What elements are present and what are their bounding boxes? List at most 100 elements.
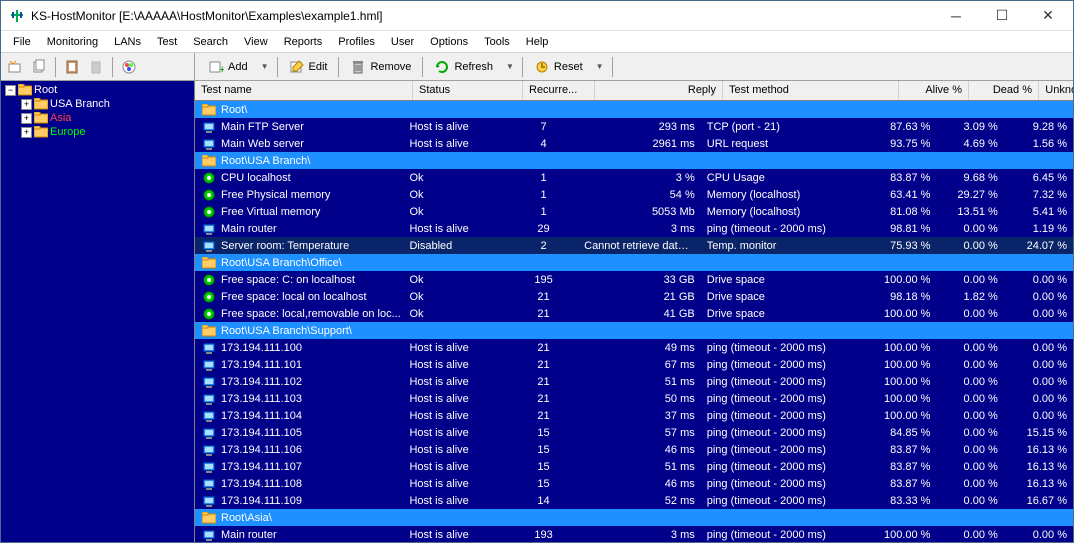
test-row[interactable]: Server room: TemperatureDisabled2Cannot … (195, 237, 1073, 254)
dead-cell: 0.00 % (936, 494, 1003, 508)
group-row[interactable]: Root\USA Branch\Office\ (195, 254, 1073, 271)
reset-dropdown[interactable]: ▼ (592, 62, 608, 71)
status-cell: Host is alive (403, 409, 508, 423)
remove-button[interactable]: Remove (343, 56, 418, 78)
test-row[interactable]: 173.194.111.100Host is alive2149 msping … (195, 339, 1073, 356)
test-row[interactable]: CPU localhostOk13 %CPU Usage83.87 %9.68 … (195, 169, 1073, 186)
test-row[interactable]: Main routerHost is alive293 msping (time… (195, 220, 1073, 237)
gauge-icon (201, 188, 217, 202)
new-folder-icon[interactable] (5, 57, 25, 77)
palette-icon[interactable] (119, 57, 139, 77)
maximize-button[interactable]: ☐ (979, 1, 1025, 31)
column-header[interactable]: Status (413, 81, 523, 100)
reply-cell: 54 % (578, 188, 701, 202)
copy-icon[interactable] (29, 57, 49, 77)
grid-header: Test nameStatusRecurre...ReplyTest metho… (195, 81, 1073, 101)
refresh-dropdown[interactable]: ▼ (502, 62, 518, 71)
dead-cell: 0.00 % (936, 443, 1003, 457)
column-header[interactable]: Unknown % (1039, 81, 1073, 100)
menu-reports[interactable]: Reports (276, 33, 331, 51)
menu-user[interactable]: User (383, 33, 422, 51)
column-header[interactable]: Test method (723, 81, 899, 100)
tree-node-usa-branch[interactable]: +USA Branch (19, 97, 192, 111)
tree-node-europe[interactable]: +Europe (19, 125, 192, 139)
unknown-cell: 0.00 % (1004, 290, 1073, 304)
test-row[interactable]: Free space: C: on localhostOk19533 GBDri… (195, 271, 1073, 288)
expand-icon[interactable]: + (21, 127, 32, 138)
tree-root[interactable]: − Root (3, 83, 192, 97)
add-dropdown[interactable]: ▼ (257, 62, 273, 71)
alive-cell: 98.18 % (869, 290, 936, 304)
unknown-cell: 0.00 % (1004, 341, 1073, 355)
recurrence-cell: 21 (509, 392, 578, 406)
method-cell: CPU Usage (701, 171, 869, 185)
column-header[interactable]: Reply (595, 81, 723, 100)
group-row[interactable]: Root\USA Branch\ (195, 152, 1073, 169)
test-row[interactable]: 173.194.111.103Host is alive2150 msping … (195, 390, 1073, 407)
test-row[interactable]: 173.194.111.109Host is alive1452 msping … (195, 492, 1073, 509)
alive-cell: 83.87 % (869, 460, 936, 474)
method-cell: ping (timeout - 2000 ms) (701, 494, 869, 508)
test-row[interactable]: 173.194.111.102Host is alive2151 msping … (195, 373, 1073, 390)
host-icon (201, 358, 217, 372)
separator (522, 57, 523, 77)
test-row[interactable]: 173.194.111.104Host is alive2137 msping … (195, 407, 1073, 424)
group-row[interactable]: Root\Asia\ (195, 509, 1073, 526)
close-button[interactable]: ✕ (1025, 1, 1071, 31)
test-row[interactable]: 173.194.111.101Host is alive2167 msping … (195, 356, 1073, 373)
test-row[interactable]: 173.194.111.107Host is alive1551 msping … (195, 458, 1073, 475)
tree-pane[interactable]: − Root +USA Branch+Asia+Europe (1, 81, 195, 542)
menu-options[interactable]: Options (422, 33, 476, 51)
group-row[interactable]: Root\USA Branch\Support\ (195, 322, 1073, 339)
test-row[interactable]: 173.194.111.105Host is alive1557 msping … (195, 424, 1073, 441)
dead-cell: 0.00 % (936, 307, 1003, 321)
method-cell: Drive space (701, 290, 869, 304)
column-header[interactable]: Test name (195, 81, 413, 100)
alive-cell: 100.00 % (869, 375, 936, 389)
test-name: 173.194.111.107 (221, 461, 302, 473)
test-row[interactable]: Free space: local,removable on loc...Ok2… (195, 305, 1073, 322)
menu-view[interactable]: View (236, 33, 276, 51)
dead-cell: 4.69 % (936, 137, 1003, 151)
column-header[interactable]: Dead % (969, 81, 1039, 100)
test-row[interactable]: Main Web serverHost is alive42961 msURL … (195, 135, 1073, 152)
add-button[interactable]: + Add (201, 56, 255, 78)
reset-button[interactable]: Reset (527, 56, 590, 78)
toolbar: + Add ▼ Edit Remove Refresh ▼ (1, 53, 1073, 81)
menu-file[interactable]: File (5, 33, 39, 51)
delete-icon[interactable] (86, 57, 106, 77)
minimize-button[interactable]: ─ (933, 1, 979, 31)
column-header[interactable]: Alive % (899, 81, 969, 100)
menu-tools[interactable]: Tools (476, 33, 518, 51)
test-row[interactable]: Main routerHost is alive1933 msping (tim… (195, 526, 1073, 542)
group-row[interactable]: Root\ (195, 101, 1073, 118)
tree-node-asia[interactable]: +Asia (19, 111, 192, 125)
status-cell: Host is alive (403, 137, 508, 151)
refresh-button[interactable]: Refresh (427, 56, 500, 78)
reply-cell: 46 ms (578, 443, 701, 457)
menu-profiles[interactable]: Profiles (330, 33, 383, 51)
expand-icon[interactable]: + (21, 99, 32, 110)
dead-cell: 3.09 % (936, 120, 1003, 134)
status-cell: Host is alive (403, 528, 508, 542)
menu-search[interactable]: Search (185, 33, 236, 51)
menu-test[interactable]: Test (149, 33, 185, 51)
test-row[interactable]: Free Physical memoryOk154 %Memory (local… (195, 186, 1073, 203)
test-row[interactable]: 173.194.111.108Host is alive1546 msping … (195, 475, 1073, 492)
expand-icon[interactable]: + (21, 113, 32, 124)
menu-monitoring[interactable]: Monitoring (39, 33, 106, 51)
test-row[interactable]: 173.194.111.106Host is alive1546 msping … (195, 441, 1073, 458)
grid-body[interactable]: Root\Main FTP ServerHost is alive7293 ms… (195, 101, 1073, 542)
column-header[interactable]: Recurre... (523, 81, 595, 100)
dead-cell: 0.00 % (936, 222, 1003, 236)
menu-lans[interactable]: LANs (106, 33, 149, 51)
test-row[interactable]: Free Virtual memoryOk15053 MbMemory (loc… (195, 203, 1073, 220)
menu-help[interactable]: Help (518, 33, 557, 51)
host-icon (201, 494, 217, 508)
test-row[interactable]: Main FTP ServerHost is alive7293 msTCP (… (195, 118, 1073, 135)
collapse-icon[interactable]: − (5, 85, 16, 96)
alive-cell: 93.75 % (869, 137, 936, 151)
paste-icon[interactable] (62, 57, 82, 77)
edit-button[interactable]: Edit (282, 56, 335, 78)
test-row[interactable]: Free space: local on localhostOk2121 GBD… (195, 288, 1073, 305)
